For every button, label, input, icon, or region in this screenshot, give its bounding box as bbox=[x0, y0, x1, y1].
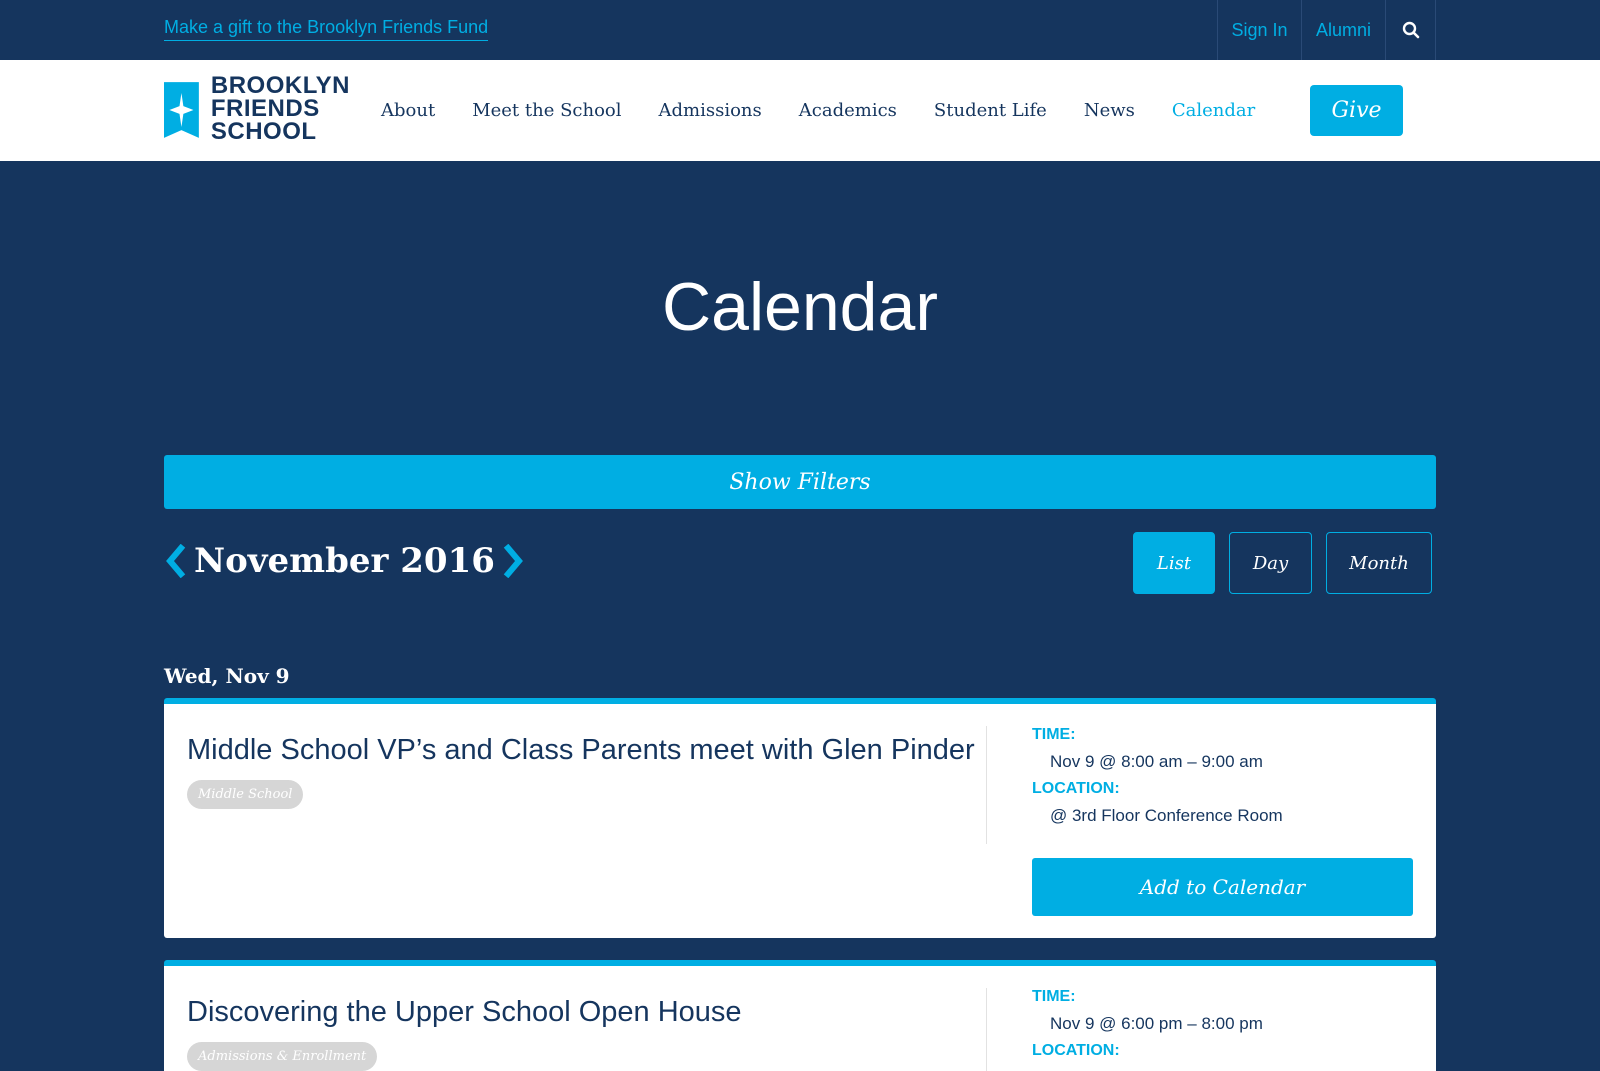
view-day-button[interactable]: Day bbox=[1229, 532, 1312, 594]
event-title[interactable]: Discovering the Upper School Open House bbox=[187, 996, 742, 1029]
main-nav: About Meet the School Admissions Academi… bbox=[381, 60, 1292, 161]
search-button[interactable] bbox=[1386, 0, 1436, 60]
event-card: Discovering the Upper School Open House … bbox=[164, 960, 1436, 1071]
view-month-button[interactable]: Month bbox=[1326, 532, 1432, 594]
nav-item-meet-the-school[interactable]: Meet the School bbox=[472, 100, 621, 121]
event-location-block: Location: @ 3rd Floor Conference Room bbox=[1032, 780, 1283, 826]
site-logo[interactable]: BROOKLYN FRIENDS SCHOOL bbox=[164, 74, 350, 146]
nav-item-about[interactable]: About bbox=[381, 100, 435, 121]
event-title[interactable]: Middle School VP’s and Class Parents mee… bbox=[187, 734, 975, 767]
time-label: Time: bbox=[1032, 726, 1076, 743]
alumni-link[interactable]: Alumni bbox=[1302, 0, 1386, 60]
view-list-button[interactable]: List bbox=[1133, 532, 1215, 594]
event-time-block: Time: Nov 9 @ 8:00 am – 9:00 am bbox=[1032, 726, 1263, 772]
search-icon bbox=[1402, 21, 1419, 39]
event-time-block: Time: Nov 9 @ 6:00 pm – 8:00 pm bbox=[1032, 988, 1263, 1034]
nav-item-academics[interactable]: Academics bbox=[799, 100, 897, 121]
nav-item-news[interactable]: News bbox=[1084, 100, 1135, 121]
logo-flag-icon bbox=[164, 82, 199, 138]
view-switcher: List Day Month bbox=[1133, 532, 1446, 594]
chevron-left-icon[interactable] bbox=[164, 544, 186, 578]
nav-item-calendar[interactable]: Calendar bbox=[1172, 100, 1255, 121]
location-value: @ 3rd Floor Conference Room bbox=[1050, 806, 1283, 825]
utility-bar: Make a gift to the Brooklyn Friends Fund… bbox=[0, 0, 1600, 60]
location-label: Location: bbox=[1032, 1042, 1120, 1059]
nav-item-student-life[interactable]: Student Life bbox=[934, 100, 1047, 121]
logo-line-1: BROOKLYN bbox=[210, 72, 350, 99]
logo-line-3: SCHOOL bbox=[210, 118, 317, 145]
day-heading: Wed, Nov 9 bbox=[164, 664, 290, 688]
event-divider bbox=[986, 726, 987, 844]
logo-wordmark: BROOKLYN FRIENDS SCHOOL bbox=[211, 74, 350, 146]
logo-line-2: FRIENDS bbox=[210, 95, 320, 122]
event-divider bbox=[986, 988, 987, 1071]
gift-link[interactable]: Make a gift to the Brooklyn Friends Fund bbox=[164, 16, 489, 41]
utility-nav: Sign In Alumni bbox=[1217, 0, 1436, 60]
current-month-label: November 2016 bbox=[194, 541, 495, 581]
nav-item-admissions[interactable]: Admissions bbox=[659, 100, 762, 121]
chevron-right-icon[interactable] bbox=[503, 544, 525, 578]
show-filters-button[interactable]: Show Filters bbox=[164, 455, 1436, 509]
sign-in-link[interactable]: Sign In bbox=[1218, 0, 1302, 60]
time-value: Nov 9 @ 8:00 am – 9:00 am bbox=[1050, 752, 1263, 771]
give-button[interactable]: Give bbox=[1310, 85, 1403, 136]
event-location-block: Location: bbox=[1032, 1042, 1120, 1060]
time-value: Nov 9 @ 6:00 pm – 8:00 pm bbox=[1050, 1014, 1263, 1033]
event-tag[interactable]: Middle School bbox=[187, 780, 304, 809]
add-to-calendar-button[interactable]: Add to Calendar bbox=[1032, 858, 1413, 916]
time-label: Time: bbox=[1032, 988, 1076, 1005]
location-label: Location: bbox=[1032, 780, 1120, 797]
page-title: Calendar bbox=[662, 269, 938, 345]
event-card: Middle School VP’s and Class Parents mee… bbox=[164, 698, 1436, 938]
site-header: BROOKLYN FRIENDS SCHOOL About Meet the S… bbox=[0, 60, 1600, 161]
month-navigation: November 2016 bbox=[164, 537, 525, 585]
event-tag[interactable]: Admissions & Enrollment bbox=[187, 1042, 378, 1071]
